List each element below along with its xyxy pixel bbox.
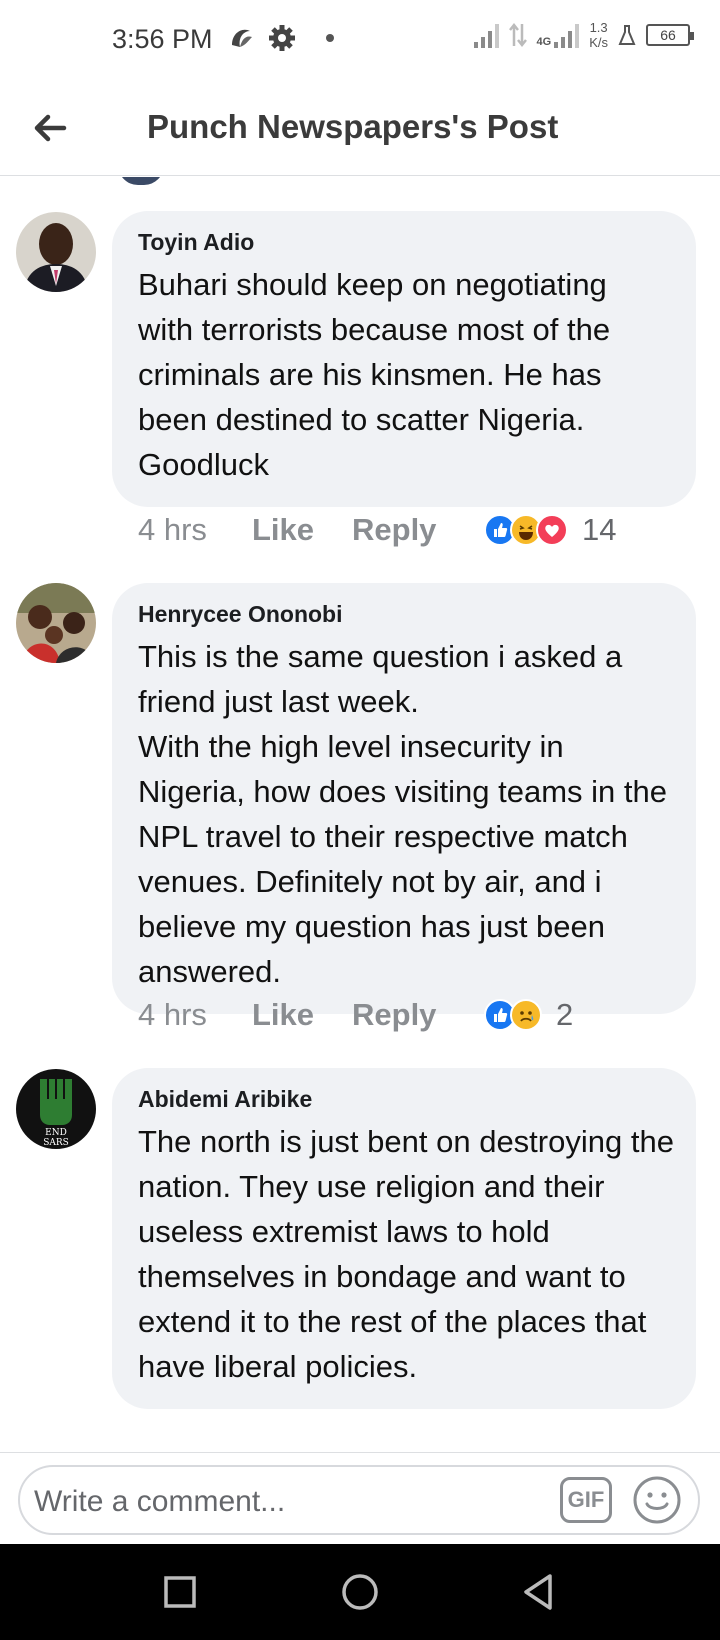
reactions-summary[interactable]: 2 xyxy=(484,997,573,1033)
page-title: Punch Newspapers's Post xyxy=(147,108,559,145)
back-icon[interactable] xyxy=(508,1562,568,1622)
reactions-summary[interactable]: 14 xyxy=(484,512,616,548)
love-reaction-icon xyxy=(536,514,568,546)
comment-text: This is the same question i asked a frie… xyxy=(138,639,667,989)
comment-bubble[interactable]: Henrycee Ononobi This is the same questi… xyxy=(112,583,696,1014)
flask-icon xyxy=(618,25,636,45)
comments-list[interactable]: Toyin Adio Buhari should keep on negotia… xyxy=(0,177,720,1452)
like-button[interactable]: Like xyxy=(252,512,352,548)
back-arrow-icon[interactable] xyxy=(28,106,72,150)
reply-button[interactable]: Reply xyxy=(352,512,460,548)
svg-text:END: END xyxy=(45,1128,67,1138)
network-speed: 1.3 K/s xyxy=(589,20,608,50)
comment-input-placeholder: Write a comment... xyxy=(34,1485,286,1518)
data-transfer-icon xyxy=(508,22,527,48)
like-button[interactable]: Like xyxy=(252,997,352,1033)
app-notification-icon xyxy=(232,29,252,47)
network-type: 4G xyxy=(536,36,552,48)
home-icon[interactable] xyxy=(330,1562,390,1622)
post-header: Punch Newspapers's Post xyxy=(0,84,720,176)
system-navigation-bar xyxy=(0,1544,720,1640)
reaction-count: 14 xyxy=(582,512,617,547)
comment-author[interactable]: Toyin Adio xyxy=(138,229,672,256)
comment-actions: 4 hrs Like Reply 14 xyxy=(138,512,616,548)
recent-apps-icon[interactable] xyxy=(150,1562,210,1622)
avatar[interactable] xyxy=(16,212,96,292)
sad-reaction-icon xyxy=(510,999,542,1031)
comment-author[interactable]: Henrycee Ononobi xyxy=(138,601,672,628)
comment-text: Buhari should keep on negotiating with t… xyxy=(138,267,611,482)
signal-icon xyxy=(473,22,499,48)
notification-dot-icon xyxy=(326,34,334,42)
comment-composer-bar: Write a comment... GIF xyxy=(0,1452,720,1544)
avatar xyxy=(118,177,164,185)
reaction-count: 2 xyxy=(556,997,574,1032)
endsars-fist-avatar-icon: END SARS xyxy=(16,1069,96,1149)
battery-icon: 66 xyxy=(646,24,694,46)
comment-bubble[interactable]: Abidemi Aribike The north is just bent o… xyxy=(112,1068,696,1409)
gif-button[interactable]: GIF xyxy=(560,1477,612,1523)
emoji-icon[interactable] xyxy=(632,1475,682,1525)
avatar[interactable]: END SARS xyxy=(16,1069,96,1149)
comment-input[interactable]: Write a comment... GIF xyxy=(18,1465,700,1535)
person-avatar-icon xyxy=(16,212,96,292)
signal-4g-icon xyxy=(554,22,580,48)
comment-author[interactable]: Abidemi Aribike xyxy=(138,1086,672,1113)
comment-time[interactable]: 4 hrs xyxy=(138,997,252,1033)
status-bar: 3:56 PM 4G 1.3 K/s 66 xyxy=(0,0,720,84)
comment-bubble[interactable]: Toyin Adio Buhari should keep on negotia… xyxy=(112,211,696,507)
comment-time[interactable]: 4 hrs xyxy=(138,512,252,548)
reply-button[interactable]: Reply xyxy=(352,997,460,1033)
settings-gear-icon xyxy=(269,25,295,51)
avatar[interactable] xyxy=(16,583,96,663)
status-time: 3:56 PM xyxy=(112,24,213,54)
group-photo-avatar-icon xyxy=(16,583,96,663)
comment-actions: 4 hrs Like Reply 2 xyxy=(138,997,573,1033)
comment-text: The north is just bent on destroying the… xyxy=(138,1124,674,1384)
svg-text:SARS: SARS xyxy=(43,1138,69,1148)
